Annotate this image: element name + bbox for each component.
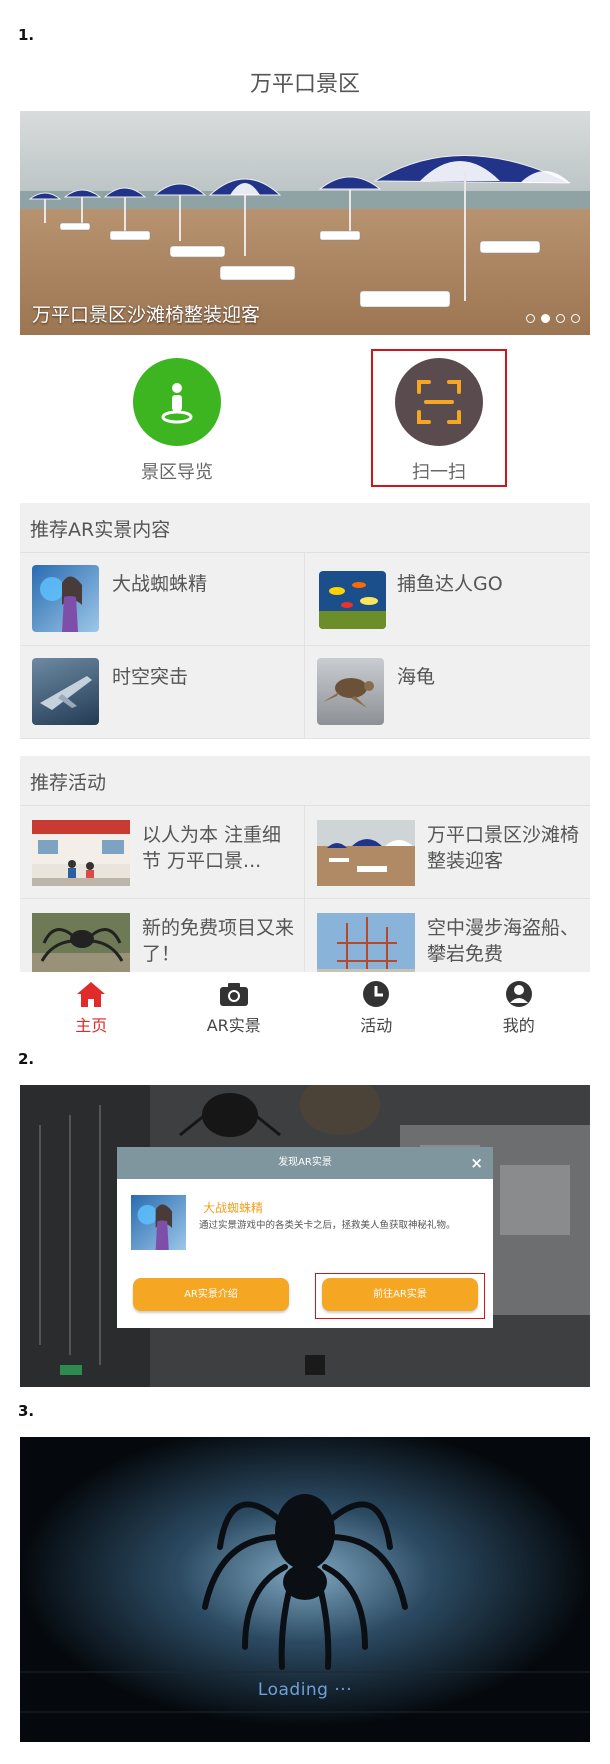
ar-item[interactable]: 大战蜘蛛精 [20,553,305,646]
step-1-label: 1. [18,26,35,44]
step-3-label: 3. [18,1402,35,1420]
ar-camera-view: 发现AR实景 × 大战蜘蛛精 通过实景游戏中的各类关卡之后，拯救美人鱼获取神秘礼… [20,1085,590,1387]
ar-section-title: 推荐AR实景内容 [20,503,590,553]
carousel-dot[interactable] [526,314,535,323]
ar-item-name: 捕鱼达人GO [397,573,503,595]
mermaid-thumbnail [131,1195,186,1250]
ar-item-name: 大战蜘蛛精 [112,573,208,595]
activity-item-text: 空中漫步海盗船、攀岩免费 [427,917,580,965]
dialog-header: 发现AR实景 × [117,1147,493,1179]
activity-item-text: 万平口景区沙滩椅整装迎客 [427,824,580,872]
tab-ar[interactable]: AR实景 [163,972,306,1035]
user-icon [501,978,537,1010]
ar-item[interactable]: 捕鱼达人GO [305,553,590,646]
activity-item-text: 新的免费项目又来了！ [142,917,295,965]
close-icon[interactable]: × [470,1147,483,1179]
construction-thumbnail [317,913,415,972]
ar-content-grid: 大战蜘蛛精 捕鱼达人GO 时空突击 海龟 [20,553,590,739]
tab-home[interactable]: 主页 [20,972,163,1035]
dialog-header-title: 发现AR实景 [278,1157,332,1168]
activity-item[interactable]: 万平口景区沙滩椅整装迎客 [305,806,590,899]
carousel-dot[interactable] [556,314,565,323]
tab-label: 我的 [502,1016,535,1035]
dialog-game-title: 大战蜘蛛精 [203,1201,264,1215]
dialog-description: 通过实景游戏中的各类关卡之后，拯救美人鱼获取神秘礼物。 [199,1220,456,1231]
banner-caption: 万平口景区沙滩椅整装迎客 [32,304,261,326]
guide-button[interactable]: 景区导览 [102,350,252,484]
loading-text: Loading ··· [257,1680,353,1700]
ar-loading-screen: Loading ··· [20,1437,590,1742]
ar-item-name: 海龟 [397,666,436,688]
activity-item[interactable]: 新的免费项目又来了！ [20,899,305,972]
carousel-dot[interactable] [571,314,580,323]
tab-label: 主页 [75,1016,108,1035]
tab-mine[interactable]: 我的 [448,972,591,1035]
activity-grid: 以人为本 注重细节 万平口景... 万平口景区沙滩椅整装迎客 新的免费项目又来了… [20,806,590,972]
jet-thumbnail [32,658,99,725]
activity-section-title: 推荐活动 [20,756,590,806]
mermaid-thumbnail [32,565,99,632]
banner-carousel[interactable]: 万平口景区沙滩椅整装迎客 [20,111,590,335]
camera-icon [216,978,252,1010]
ar-intro-button[interactable]: AR实景介绍 [133,1278,289,1311]
ar-item-name: 时空突击 [112,666,189,688]
activity-item-text: 以人为本 注重细节 万平口景... [142,824,282,872]
clock-icon [358,978,394,1010]
guide-label: 景区导览 [141,462,213,483]
fish-thumbnail [319,571,386,629]
carousel-dot-active[interactable] [541,314,550,323]
activity-item[interactable]: 空中漫步海盗船、攀岩免费 [305,899,590,972]
beach-thumbnail [317,820,415,886]
ar-item[interactable]: 时空突击 [20,646,305,739]
activity-item[interactable]: 以人为本 注重细节 万平口景... [20,806,305,899]
turtle-thumbnail [317,658,384,725]
tab-label: AR实景 [206,1016,261,1035]
service-hall-thumbnail [32,820,130,886]
person-pin-icon [133,358,221,446]
tab-label: 活动 [360,1016,393,1035]
home-icon [73,978,109,1010]
bottom-tab-bar: 主页 AR实景 活动 我的 [20,972,591,1035]
ar-found-dialog: 发现AR实景 × 大战蜘蛛精 通过实景游戏中的各类关卡之后，拯救美人鱼获取神秘礼… [117,1147,493,1328]
carousel-dots [526,314,580,323]
go-ar-highlight-box [315,1273,485,1319]
tab-activity[interactable]: 活动 [305,972,448,1035]
ar-item[interactable]: 海龟 [305,646,590,739]
spider-thumbnail [32,913,130,972]
scan-highlight-box [371,349,507,487]
page-title: 万平口景区 [249,72,360,97]
step-2-label: 2. [18,1050,35,1068]
